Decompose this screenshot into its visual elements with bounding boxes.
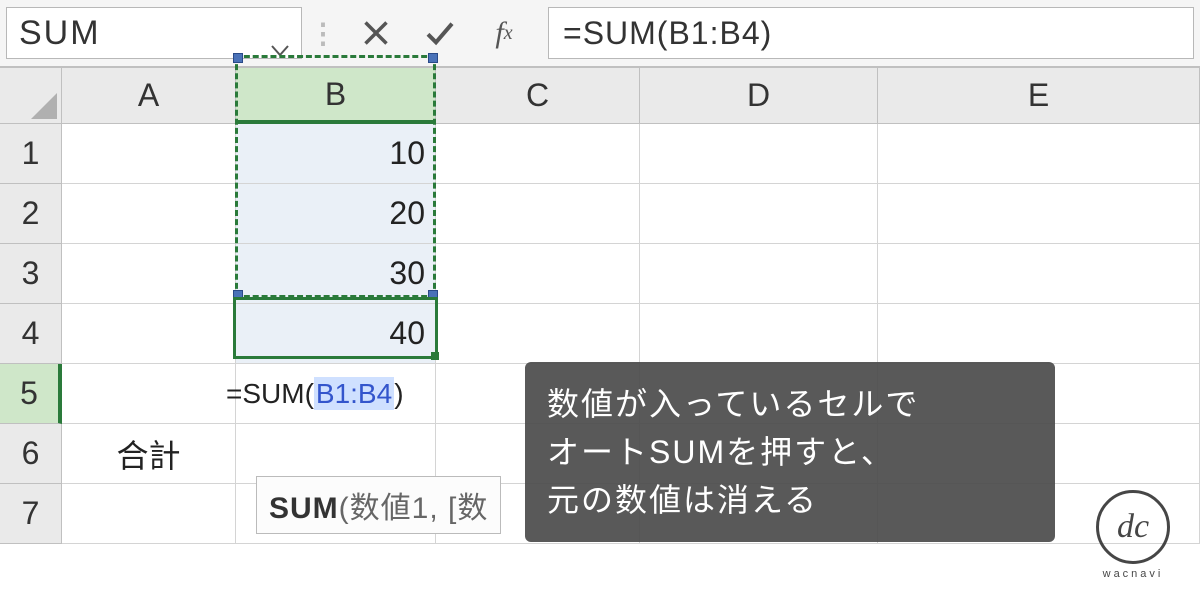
annotation-line: オートSUMを押すと、: [547, 428, 1033, 476]
formula-prefix: =SUM(: [226, 378, 314, 409]
row-header-3[interactable]: 3: [0, 244, 62, 304]
watermark-logo: dc wacnavi: [1078, 490, 1188, 590]
cancel-icon[interactable]: [344, 7, 408, 59]
name-box-value: SUM: [19, 14, 101, 53]
cell-a3[interactable]: [62, 244, 236, 304]
row-headers: 1 2 3 4 5 6 7: [0, 124, 62, 544]
cell-a1[interactable]: [62, 124, 236, 184]
tooltip-func: SUM: [269, 492, 339, 525]
annotation-line: 元の数値は消える: [547, 476, 1033, 524]
formula-input[interactable]: =SUM(B1:B4): [548, 7, 1194, 59]
formula-ref: B1:B4: [314, 377, 394, 410]
cell-c1[interactable]: [436, 124, 640, 184]
row-header-2[interactable]: 2: [0, 184, 62, 244]
cell-a7[interactable]: [62, 484, 236, 544]
cell-b3[interactable]: 30: [236, 244, 436, 304]
cell-a5[interactable]: [62, 364, 236, 424]
tooltip-args: (数値1, [数: [339, 492, 489, 525]
cell-e2[interactable]: [878, 184, 1200, 244]
col-header-d[interactable]: D: [640, 68, 878, 124]
cell-e4[interactable]: [878, 304, 1200, 364]
col-header-c[interactable]: C: [436, 68, 640, 124]
cell-a2[interactable]: [62, 184, 236, 244]
column-headers: A B C D E: [62, 68, 1200, 124]
formula-text: =SUM(B1:B4): [563, 15, 772, 52]
select-all-corner[interactable]: [0, 68, 62, 124]
cell-d4[interactable]: [640, 304, 878, 364]
col-header-a[interactable]: A: [62, 68, 236, 124]
separator-icon: ⋮: [302, 17, 344, 50]
chevron-down-icon[interactable]: [271, 27, 289, 39]
cell-e1[interactable]: [878, 124, 1200, 184]
cell-e3[interactable]: [878, 244, 1200, 304]
cell-b6[interactable]: [236, 424, 436, 484]
cell-c4[interactable]: [436, 304, 640, 364]
col-header-e[interactable]: E: [878, 68, 1200, 124]
col-header-b[interactable]: B: [236, 68, 436, 124]
cell-b2[interactable]: 20: [236, 184, 436, 244]
cell-d2[interactable]: [640, 184, 878, 244]
annotation-callout: 数値が入っているセルで オートSUMを押すと、 元の数値は消える: [525, 362, 1055, 542]
cell-a4[interactable]: [62, 304, 236, 364]
cell-d1[interactable]: [640, 124, 878, 184]
cell-d3[interactable]: [640, 244, 878, 304]
row-header-4[interactable]: 4: [0, 304, 62, 364]
function-tooltip: SUM(数値1, [数: [256, 476, 501, 534]
row-header-1[interactable]: 1: [0, 124, 62, 184]
annotation-line: 数値が入っているセルで: [547, 380, 1033, 428]
row-header-6[interactable]: 6: [0, 424, 62, 484]
name-box[interactable]: SUM: [6, 7, 302, 59]
cell-b4[interactable]: 40: [236, 304, 436, 364]
row-header-5[interactable]: 5: [0, 364, 62, 424]
enter-icon[interactable]: [408, 7, 472, 59]
formula-suffix: ): [394, 378, 403, 409]
cell-formula: =SUM(B1:B4): [226, 378, 404, 410]
fx-icon[interactable]: fx: [472, 7, 536, 59]
row-header-7[interactable]: 7: [0, 484, 62, 544]
watermark-text: wacnavi: [1078, 568, 1188, 580]
cell-b1[interactable]: 10: [236, 124, 436, 184]
formula-bar: SUM ⋮ fx =SUM(B1:B4): [0, 0, 1200, 68]
cell-b5[interactable]: =SUM(B1:B4): [236, 364, 436, 424]
cell-a6[interactable]: 合計: [62, 424, 236, 484]
cell-c3[interactable]: [436, 244, 640, 304]
logo-icon: dc: [1096, 490, 1170, 564]
cell-c2[interactable]: [436, 184, 640, 244]
